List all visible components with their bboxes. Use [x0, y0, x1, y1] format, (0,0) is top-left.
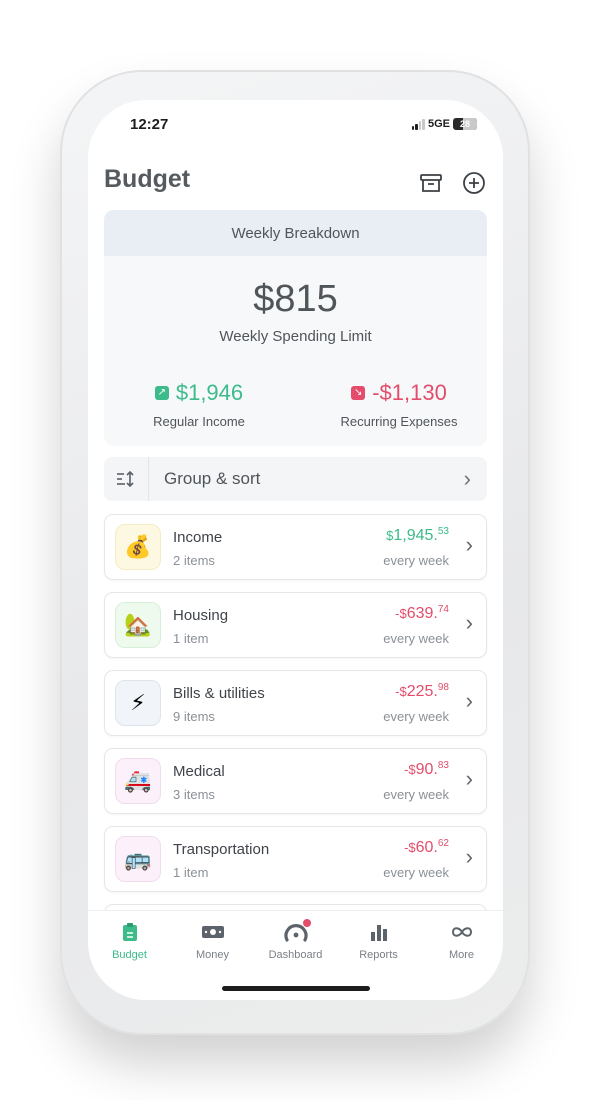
expense-label: Recurring Expenses	[340, 414, 458, 429]
amount-cents: 74	[437, 604, 449, 615]
archive-box-icon[interactable]	[418, 170, 444, 196]
arrow-up-right-icon: ↗	[154, 386, 169, 400]
amount-sign: -$	[404, 762, 416, 777]
category-item-count: 1 item	[173, 631, 209, 646]
chevron-right-icon: ›	[465, 766, 473, 791]
amount-whole: 90.	[415, 761, 438, 778]
infinity-icon	[448, 921, 476, 943]
amount-whole: 639.	[406, 605, 438, 622]
chevron-right-icon: ›	[465, 610, 473, 635]
category-name: Housing	[173, 607, 229, 624]
category-name: Bills & utilities	[173, 685, 265, 702]
chevron-right-icon: ›	[465, 688, 473, 713]
amount-cents: 83	[437, 760, 449, 771]
sort-icon	[104, 457, 149, 501]
amount-whole: 225.	[406, 683, 438, 700]
category-row[interactable]: 🏡 Housing 1 item -$639.74 every week ›	[104, 592, 487, 658]
tab-label: Dashboard	[268, 949, 323, 961]
battery-level: 28	[459, 119, 470, 129]
category-period: every week	[383, 631, 449, 646]
amount-sign: -$	[395, 606, 407, 621]
amount-cents: 62	[437, 838, 449, 849]
amount-sign: -$	[404, 840, 416, 855]
clipboard-icon	[116, 921, 144, 943]
amount-whole: 60.	[415, 839, 438, 856]
category-item-count: 3 items	[173, 787, 215, 802]
category-period: every week	[383, 865, 449, 880]
group-sort-label: Group & sort	[164, 469, 261, 488]
tab-label: More	[448, 949, 475, 961]
status-indicators: 5GE 28	[411, 118, 477, 130]
page-title: Budget	[104, 165, 191, 193]
category-period: every week	[383, 787, 449, 802]
category-row[interactable]: 💰 Income 2 items $1,945.53 every week ›	[104, 514, 487, 580]
category-period: every week	[383, 553, 449, 568]
category-emoji-icon: ⚡	[115, 680, 161, 726]
recurring-expenses-stat[interactable]: ↘ -$1,130 Recurring Expenses	[314, 380, 484, 429]
amount-whole: 1,945.	[393, 527, 438, 544]
category-period: every week	[383, 709, 449, 724]
amount-cents: 53	[437, 526, 449, 537]
amount-sign: -$	[395, 684, 407, 699]
category-item-count: 2 items	[173, 553, 215, 568]
category-item-count: 9 items	[173, 709, 215, 724]
app-screen: 12:27 5GE 28 Budget Weekly Breakdown $81…	[88, 100, 503, 1000]
category-amount: -$90.83	[404, 760, 449, 779]
category-emoji-icon: 🏡	[115, 602, 161, 648]
category-name: Income	[173, 529, 223, 546]
weekly-limit-label: Weekly Spending Limit	[219, 328, 372, 345]
weekly-limit-amount: $815	[253, 278, 338, 320]
category-item-count: 1 item	[173, 865, 209, 880]
category-amount: -$639.74	[395, 604, 449, 623]
category-name: Transportation	[173, 841, 270, 858]
tab-label: Reports	[359, 949, 398, 961]
regular-income-stat[interactable]: ↗ $1,946 Regular Income	[124, 380, 274, 429]
signal-icon	[411, 118, 425, 130]
expense-value: -$1,130	[372, 380, 447, 405]
banknote-icon	[199, 921, 227, 943]
category-emoji-icon: 🚌	[115, 836, 161, 882]
category-row[interactable]: 🚑 Medical 3 items -$90.83 every week ›	[104, 748, 487, 814]
chevron-right-icon: ›	[463, 466, 471, 491]
tab-label: Money	[195, 949, 230, 961]
group-sort-button[interactable]: Group & sort ›	[104, 457, 487, 501]
home-indicator	[222, 986, 370, 991]
category-amount: $1,945.53	[386, 526, 449, 545]
bar-chart-icon	[365, 921, 393, 943]
arrow-down-right-icon: ↘	[351, 386, 366, 400]
tab-more[interactable]: More	[422, 911, 502, 1000]
battery-icon: 28	[453, 118, 477, 130]
category-amount: -$60.62	[404, 838, 449, 857]
weekly-breakdown-card[interactable]: Weekly Breakdown $815 Weekly Spending Li…	[104, 210, 487, 446]
category-row[interactable]: 🚌 Transportation 1 item -$60.62 every we…	[104, 826, 487, 892]
category-amount: -$225.98	[395, 682, 449, 701]
tab-label: Budget	[112, 949, 147, 961]
status-time: 12:27	[130, 116, 169, 133]
income-label: Regular Income	[153, 414, 245, 429]
category-row[interactable]: ⚡ Bills & utilities 9 items -$225.98 eve…	[104, 670, 487, 736]
chevron-right-icon: ›	[465, 844, 473, 869]
tab-budget[interactable]: Budget	[90, 911, 170, 1000]
chevron-right-icon: ›	[465, 532, 473, 557]
notification-dot	[301, 918, 312, 928]
category-emoji-icon: 💰	[115, 524, 161, 570]
plus-circle-icon[interactable]	[461, 170, 487, 196]
gauge-icon	[282, 918, 312, 943]
income-value: $1,946	[175, 380, 244, 405]
status-bar: 12:27 5GE 28	[88, 100, 503, 150]
amount-cents: 98	[437, 682, 449, 693]
network-label: 5GE	[427, 118, 450, 130]
breakdown-heading: Weekly Breakdown	[104, 210, 487, 256]
category-emoji-icon: 🚑	[115, 758, 161, 804]
category-name: Medical	[173, 763, 225, 780]
